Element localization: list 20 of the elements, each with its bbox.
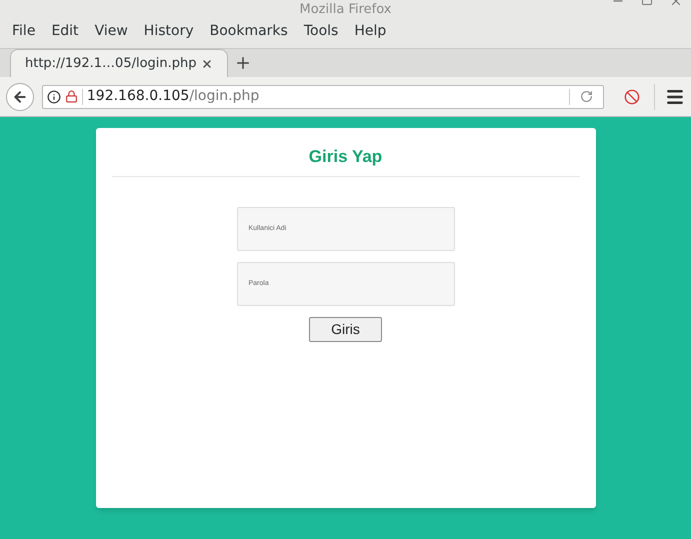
reload-icon[interactable] — [580, 90, 594, 103]
login-button[interactable]: Giris — [309, 316, 382, 342]
close-tab-icon[interactable] — [201, 58, 213, 70]
back-arrow-icon — [12, 88, 28, 104]
form-title: Giris Yap — [308, 146, 382, 168]
new-tab-icon[interactable] — [234, 54, 252, 72]
blocked-icon[interactable] — [624, 88, 640, 104]
back-button[interactable] — [6, 82, 34, 110]
insecure-lock-icon[interactable] — [64, 90, 78, 103]
menu-item[interactable]: Edit — [43, 20, 87, 42]
browser-tab[interactable]: http://192.1…05/login.php — [10, 49, 228, 77]
menu-item[interactable]: Tools — [296, 20, 346, 42]
info-icon[interactable] — [46, 90, 61, 104]
menu-item[interactable]: File — [4, 20, 44, 42]
address-bar[interactable]: 192.168.0.105/login.php — [42, 84, 604, 108]
menu-item[interactable]: History — [136, 20, 202, 42]
menu-item[interactable]: Help — [346, 20, 394, 42]
window-title: Mozilla Firefox — [300, 2, 392, 14]
menu-item[interactable]: View — [86, 20, 136, 42]
menu-item[interactable]: Bookmarks — [202, 20, 296, 42]
